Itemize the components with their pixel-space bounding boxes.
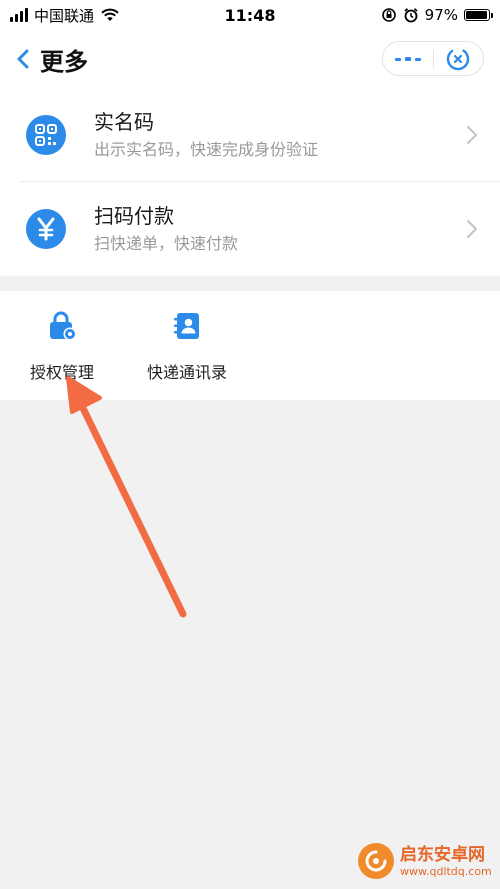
tool-authorization-management[interactable]: 授权管理 [7,311,117,383]
qr-code-icon [26,115,66,155]
service-list: 实名码 出示实名码，快速完成身份验证 扫码付款 扫快递单，快速付款 [0,88,500,276]
chevron-right-icon [467,220,477,238]
service-title: 实名码 [94,109,154,134]
battery-icon [464,9,493,21]
watermark-logo-icon [358,843,394,879]
nav-bar: 更多 [0,30,500,88]
more-dots-icon [394,56,421,61]
watermark: 启东安卓网 www.qdltdq.com [358,839,494,883]
contact-book-icon [174,313,199,339]
service-subtitle: 扫快递单，快速付款 [94,233,239,253]
tool-express-contacts[interactable]: 快递通讯录 [132,311,242,383]
status-bar: 中国联通 11:48 97% [0,0,500,30]
battery-percent: 97% [424,6,458,24]
more-button[interactable] [383,42,433,75]
alarm-icon [404,8,418,23]
tool-label: 快递通讯录 [146,363,227,382]
yen-icon [26,209,66,249]
back-button[interactable]: 更多 [14,42,88,76]
chevron-left-icon [17,49,29,69]
watermark-name: 启东安卓网 [400,844,485,865]
service-item-real-name-code[interactable]: 实名码 出示实名码，快速完成身份验证 [0,88,500,182]
miniprogram-capsule [382,41,484,76]
wifi-icon [101,8,119,21]
rotation-lock-icon [381,8,396,22]
signal-icon [10,8,28,22]
close-button[interactable] [433,42,483,75]
lock-gear-icon [50,311,77,341]
close-target-icon [447,47,470,70]
tools-grid: 授权管理 快递通讯录 [0,291,500,400]
service-item-scan-pay[interactable]: 扫码付款 扫快递单，快速付款 [0,182,500,276]
chevron-right-icon [467,126,477,144]
service-subtitle: 出示实名码，快速完成身份验证 [94,139,319,159]
page-title: 更多 [40,47,88,76]
carrier-name: 中国联通 [34,6,95,25]
service-title: 扫码付款 [94,203,174,228]
tool-label: 授权管理 [29,363,94,382]
watermark-url: www.qdltdq.com [400,864,492,878]
